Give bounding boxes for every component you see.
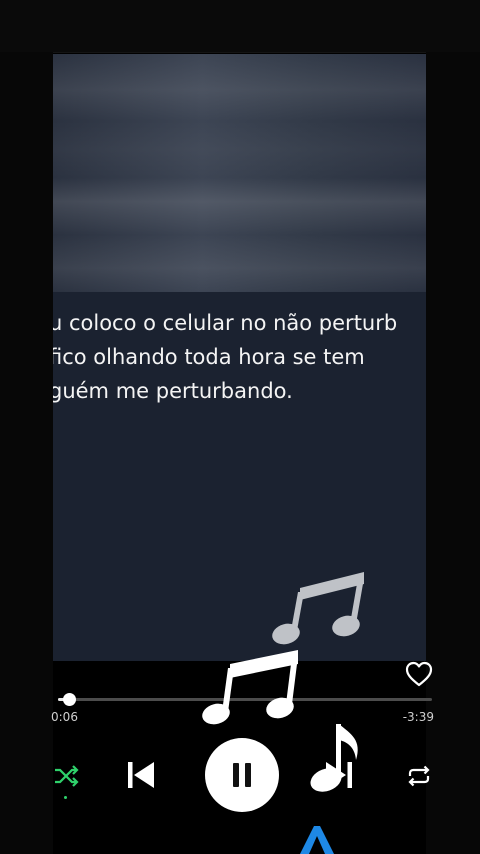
play-pause-button[interactable] (205, 738, 279, 812)
music-note-icon (272, 572, 364, 645)
lyric-line: guém me perturbando. (53, 379, 293, 403)
repeat-icon (408, 765, 430, 787)
chevron-up-icon (300, 826, 334, 854)
elapsed-time: 0:06 (51, 710, 78, 724)
lyrics-text: u coloco o celular no não perturb fico o… (53, 306, 426, 408)
previous-button[interactable] (124, 758, 158, 792)
right-margin (426, 52, 480, 854)
shuffle-icon (55, 765, 79, 787)
repeat-button[interactable] (404, 762, 434, 790)
shuffle-button[interactable] (52, 762, 80, 790)
top-status-bar (0, 0, 480, 53)
lyric-line: u coloco o celular no não perturb (53, 311, 398, 335)
shuffle-active-indicator (64, 796, 67, 799)
skip-previous-icon (128, 762, 154, 788)
heart-icon[interactable] (404, 660, 434, 688)
blurred-lyrics-area (53, 54, 426, 292)
pause-icon (233, 763, 251, 787)
remaining-time: -3:39 (402, 710, 434, 724)
lyric-line: fico olhando toda hora se tem (53, 345, 365, 369)
music-note-icon (310, 724, 358, 792)
progress-thumb[interactable] (63, 693, 77, 706)
music-note-icon (202, 650, 298, 725)
left-margin (0, 52, 53, 854)
